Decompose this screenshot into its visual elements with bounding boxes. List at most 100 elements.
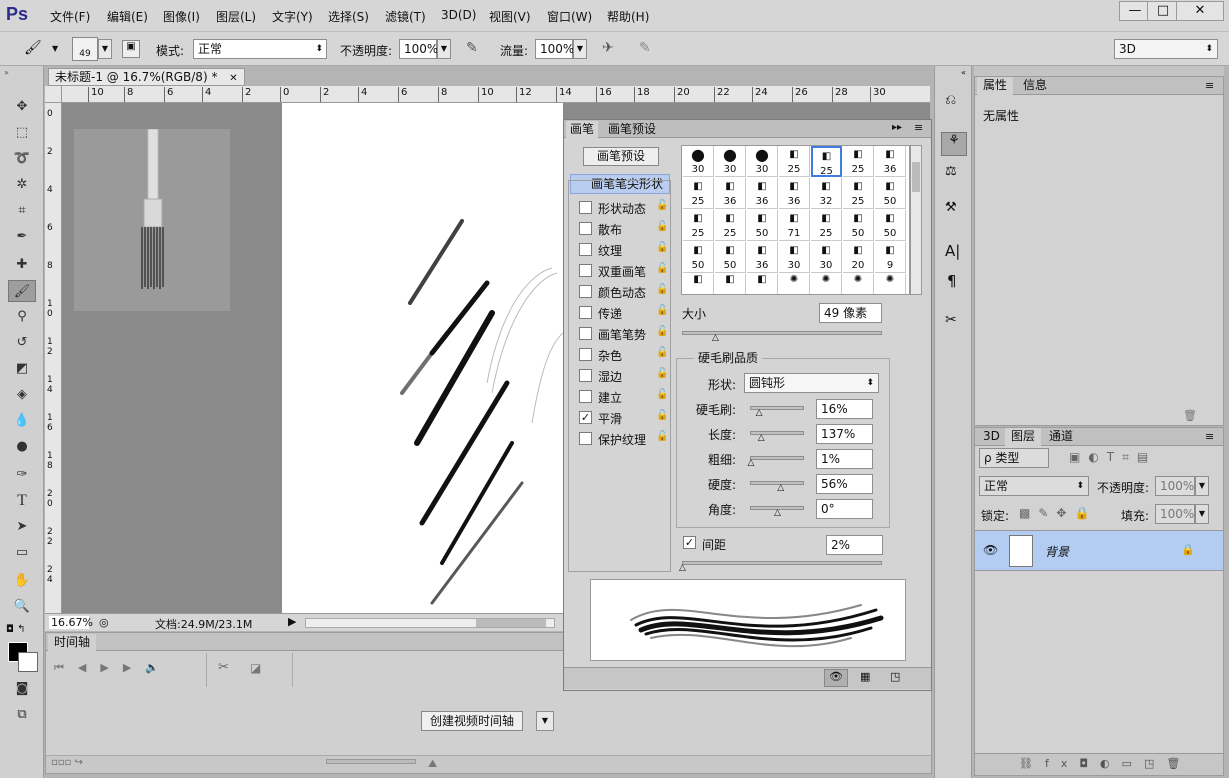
param-slider[interactable] (750, 456, 804, 460)
brush-tip-cell[interactable]: ◧ 50 (875, 210, 906, 241)
dodge-tool-icon[interactable]: ● (10, 436, 34, 458)
tools-settings-icon[interactable]: ✂ (945, 312, 957, 328)
option-checkbox[interactable] (579, 264, 592, 277)
brush-picker-arrow[interactable]: ▼ (98, 39, 112, 59)
shape-select[interactable]: 圆钝形 ⬍ (744, 373, 879, 393)
lock-icon[interactable]: 🔓 (656, 326, 668, 337)
lock-icon[interactable]: 🔓 (656, 242, 668, 253)
brush-tip-cell[interactable]: ◧ 50 (683, 242, 714, 273)
brush-tip-cell[interactable]: ✺ (843, 274, 874, 294)
history-brush-tool-icon[interactable]: ↺ (10, 332, 34, 354)
channels-tab[interactable]: 通道 (1043, 428, 1079, 446)
zoom-mountain-icon[interactable]: ⛰ (428, 757, 437, 771)
lock-icon[interactable]: 🔓 (656, 221, 668, 232)
brush-tip-cell[interactable]: ◧ 50 (747, 210, 778, 241)
brush-tip-cell[interactable]: ◧ 36 (715, 178, 746, 209)
lock-icon[interactable]: 🔓 (656, 200, 668, 211)
history-panel-icon[interactable]: ⎌ (945, 92, 956, 108)
horizontal-scrollbar[interactable] (305, 618, 555, 628)
zoom-tool-icon[interactable]: 🔍 (10, 596, 34, 618)
menu-item-6[interactable]: 滤镜(T) (385, 8, 426, 25)
properties-menu-icon[interactable]: ≡ (1205, 79, 1214, 92)
lock-icon[interactable]: 🔓 (656, 368, 668, 379)
option-label[interactable]: 双重画笔 (598, 263, 646, 280)
create-video-timeline-button[interactable]: 创建视频时间轴 (421, 711, 524, 731)
ruler-origin[interactable] (45, 86, 62, 103)
document-tab[interactable]: 未标题-1 @ 16.7%(RGB/8) * ✕ (48, 68, 245, 86)
lock-icon[interactable]: 🔓 (656, 389, 668, 400)
blur-tool-icon[interactable]: 💧 (10, 410, 34, 432)
menu-item-4[interactable]: 文字(Y) (272, 8, 313, 25)
status-menu-icon[interactable]: ◎ (99, 616, 109, 629)
layer-row[interactable]: 👁 背景 🔒 (975, 530, 1223, 571)
brush-tip-cell[interactable]: ◧ (715, 274, 746, 294)
tool-preset-dropdown-icon[interactable]: ▼ (52, 44, 58, 53)
option-checkbox[interactable] (579, 306, 592, 319)
brush-tip-cell[interactable]: ◧ 25 (843, 146, 874, 177)
brush-tip-cell[interactable]: ◧ 50 (843, 210, 874, 241)
option-label[interactable]: 传递 (598, 305, 622, 322)
eraser-tool-icon[interactable]: ◩ (10, 358, 34, 380)
3d-tab[interactable]: 3D (977, 428, 1006, 446)
brush-tool-icon[interactable]: 🖌 (24, 40, 42, 56)
option-checkbox[interactable] (579, 243, 592, 256)
layers-tab[interactable]: 图层 (1005, 428, 1042, 446)
status-arrow-icon[interactable]: ▶ (288, 615, 296, 628)
size-slider-thumb[interactable]: △ (712, 333, 719, 343)
option-checkbox[interactable] (579, 285, 592, 298)
size-input[interactable]: 49 像素 (819, 303, 882, 323)
document-canvas[interactable] (282, 103, 564, 613)
healing-brush-tool-icon[interactable]: ✚ (10, 254, 34, 276)
lock-icon[interactable]: 🔓 (656, 410, 668, 421)
split-icon[interactable]: ✂ (218, 660, 229, 675)
filter-icons[interactable]: ▣◐T⌗▤ (1069, 450, 1156, 465)
option-label[interactable]: 平滑 (598, 410, 622, 427)
type-tool-icon[interactable]: T (10, 490, 34, 512)
brush-tip-cell[interactable]: ◧ 50 (715, 242, 746, 273)
layer-opacity-input[interactable]: 100% (1155, 476, 1195, 496)
option-label[interactable]: 颜色动态 (598, 284, 646, 301)
quick-mask-icon[interactable]: ◙ (10, 678, 34, 700)
brush-tip-cell[interactable]: ◧ (683, 274, 714, 294)
menu-item-8[interactable]: 视图(V) (489, 8, 531, 25)
info-tab[interactable]: 信息 (1017, 77, 1053, 95)
brush-tip-cell[interactable]: ◧ 50 (875, 178, 906, 209)
default-colors-icon[interactable]: ◘ ↰ (6, 624, 25, 635)
param-input[interactable]: 137% (816, 424, 873, 444)
panel-collapse-icon[interactable]: ▸▸ (892, 122, 902, 133)
tool-presets-icon[interactable]: ⚒ (945, 200, 957, 215)
opacity-dropdown[interactable]: ▼ (437, 39, 451, 59)
create-new-brush-icon[interactable]: ◳ (890, 670, 900, 683)
option-label[interactable]: 建立 (598, 389, 622, 406)
lasso-tool-icon[interactable]: ➰ (10, 148, 34, 170)
opacity-input[interactable]: 100% (399, 39, 438, 59)
mode-select[interactable]: 正常 ⬍ (193, 39, 327, 59)
brush-tip-cell[interactable]: ● 30 (747, 146, 778, 177)
param-input[interactable]: 56% (816, 474, 873, 494)
move-tool-icon[interactable]: ✥ (10, 96, 34, 118)
brush-preset-picker[interactable]: 49 (72, 37, 98, 61)
option-checkbox[interactable]: ✓ (579, 411, 592, 424)
brush-tip-cell[interactable]: ◧ 32 (811, 178, 842, 209)
hand-tool-icon[interactable]: ✋ (10, 570, 34, 592)
screen-mode-icon[interactable]: ⧉ (10, 704, 34, 726)
open-preset-manager-icon[interactable]: ▦ (860, 670, 870, 683)
option-label[interactable]: 形状动态 (598, 200, 646, 217)
close-button[interactable]: ✕ (1176, 1, 1224, 21)
background-color-swatch[interactable] (18, 652, 38, 672)
paragraph-panel-icon[interactable]: ¶ (947, 272, 957, 290)
prev-frame-icon[interactable]: ◀ (78, 661, 100, 674)
toggle-bristle-preview-icon[interactable]: 👁 (824, 669, 848, 687)
brush-tool-icon[interactable]: 🖌 (8, 280, 36, 302)
pressure-size-icon[interactable]: ✎ (639, 40, 651, 56)
option-label[interactable]: 散布 (598, 221, 622, 238)
brush-tip-cell[interactable]: ◧ 36 (747, 242, 778, 273)
character-panel-icon[interactable]: A| (945, 242, 960, 260)
brush-panel-toggle-icon[interactable]: ▣ (122, 40, 140, 58)
menu-item-7[interactable]: 3D(D) (441, 8, 476, 22)
param-input[interactable]: 16% (816, 399, 873, 419)
spacing-checkbox[interactable]: ✓ (683, 536, 696, 549)
brush-tip-cell[interactable]: ◧ 20 (843, 242, 874, 273)
param-slider-thumb[interactable]: △ (777, 483, 784, 493)
crop-tool-icon[interactable]: ⌗ (10, 200, 34, 222)
